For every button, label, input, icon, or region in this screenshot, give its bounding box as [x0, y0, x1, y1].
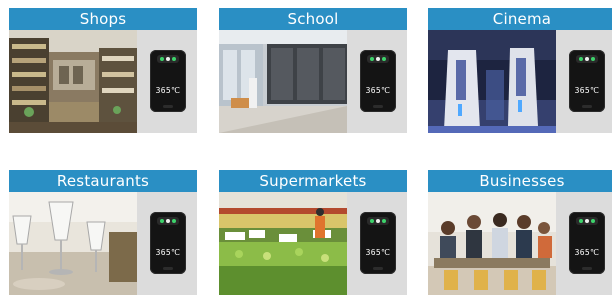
temperature-display: 365℃	[574, 248, 600, 257]
temperature-display: 365℃	[155, 248, 181, 257]
temperature-display: 365℃	[574, 86, 600, 95]
businesses-photo	[428, 192, 556, 295]
tile-businesses[interactable]: Businesses 365℃	[428, 170, 612, 295]
thermometer-device-icon: 365℃	[360, 212, 396, 274]
shops-photo	[9, 30, 137, 133]
tile-title: Supermarkets	[219, 170, 407, 192]
temperature-display: 365℃	[155, 86, 181, 95]
tile-school[interactable]: School 365℃	[219, 8, 407, 133]
thermometer-device-icon: 365℃	[569, 212, 605, 274]
thermometer-device-icon: 365℃	[360, 50, 396, 112]
device-grip	[373, 267, 383, 270]
camera-strip	[367, 217, 389, 225]
tile-title: Restaurants	[9, 170, 197, 192]
school-photo	[219, 30, 347, 133]
thermometer-device-icon: 365℃	[150, 212, 186, 274]
tile-title: Cinema	[428, 8, 612, 30]
tile-title: Shops	[9, 8, 197, 30]
temperature-display: 365℃	[365, 248, 391, 257]
thermometer-device-icon: 365℃	[150, 50, 186, 112]
camera-strip	[576, 217, 598, 225]
camera-strip	[157, 55, 179, 63]
tile-title: School	[219, 8, 407, 30]
camera-strip	[576, 55, 598, 63]
device-grip	[163, 267, 173, 270]
device-grip	[582, 267, 592, 270]
tile-shops[interactable]: Shops 365℃	[9, 8, 197, 133]
device-grip	[582, 105, 592, 108]
thermometer-device-icon: 365℃	[569, 50, 605, 112]
camera-strip	[157, 217, 179, 225]
tile-cinema[interactable]: Cinema 365℃	[428, 8, 612, 133]
tile-supermarkets[interactable]: Supermarkets 365℃	[219, 170, 407, 295]
device-grip	[373, 105, 383, 108]
temperature-display: 365℃	[365, 86, 391, 95]
tile-title: Businesses	[428, 170, 612, 192]
device-grip	[163, 105, 173, 108]
restaurants-photo	[9, 192, 137, 295]
cinema-photo	[428, 30, 556, 133]
supermarkets-photo	[219, 192, 347, 295]
tile-restaurants[interactable]: Restaurants 365℃	[9, 170, 197, 295]
camera-strip	[367, 55, 389, 63]
